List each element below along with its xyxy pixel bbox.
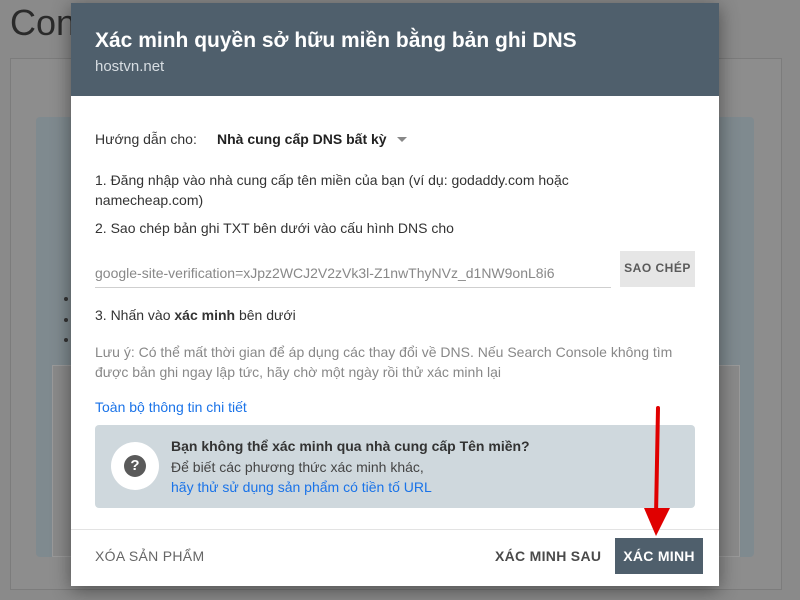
step-3-text: 3. Nhấn vào xác minh bên dưới xyxy=(95,305,635,325)
dns-note: Lưu ý: Có thể mất thời gian để áp dụng c… xyxy=(95,344,673,380)
step-1-text: 1. Đăng nhập vào nhà cung cấp tên miền c… xyxy=(95,172,569,208)
full-details-link[interactable]: Toàn bộ thông tin chi tiết xyxy=(95,399,247,415)
step-3-prefix: 3. Nhấn vào xyxy=(95,307,175,323)
dialog-title: Xác minh quyền sở hữu miền bằng bản ghi … xyxy=(95,29,577,52)
txt-record-field[interactable]: google-site-verification=xJpz2WCJ2V2zVk3… xyxy=(95,265,611,288)
url-prefix-link[interactable]: hãy thử sử dụng sản phẩm có tiền tố URL xyxy=(171,479,432,495)
provider-dropdown-value: Nhà cung cấp DNS bất kỳ xyxy=(217,131,387,147)
help-title: Bạn không thể xác minh qua nhà cung cấp … xyxy=(171,438,530,454)
provider-dropdown[interactable]: Nhà cung cấp DNS bất kỳ xyxy=(217,131,407,147)
verify-later-button[interactable]: XÁC MINH SAU xyxy=(495,548,601,564)
remove-property-button[interactable]: XÓA SẢN PHẨM xyxy=(95,548,204,564)
verify-button[interactable]: XÁC MINH xyxy=(615,538,703,574)
copy-button[interactable]: SAO CHÉP xyxy=(620,251,695,287)
caret-down-icon xyxy=(396,136,407,142)
verify-dns-dialog: Xác minh quyền sở hữu miền bằng bản ghi … xyxy=(71,3,719,586)
background-title: Con xyxy=(10,2,77,43)
background-bullet xyxy=(64,297,68,301)
step-3-suffix: bên dưới xyxy=(235,307,296,323)
help-description: Để biết các phương thức xác minh khác, xyxy=(171,459,424,475)
guide-label: Hướng dẫn cho: xyxy=(95,131,197,147)
background-bullet xyxy=(64,318,68,322)
step-3-bold: xác minh xyxy=(174,307,236,323)
dialog-header: Xác minh quyền sở hữu miền bằng bản ghi … xyxy=(71,3,719,96)
step-2-text: 2. Sao chép bản ghi TXT bên dưới vào cấu… xyxy=(95,220,454,236)
help-icon-circle: ? xyxy=(111,442,159,490)
background-bullet xyxy=(64,338,68,342)
arrow-head-icon xyxy=(644,508,670,536)
arrow-shaft xyxy=(654,406,660,518)
question-icon: ? xyxy=(124,455,146,477)
dialog-subtitle: hostvn.net xyxy=(95,58,165,75)
red-arrow-annotation xyxy=(644,406,670,536)
alternative-verification-box: ? Bạn không thể xác minh qua nhà cung cấ… xyxy=(95,425,695,508)
footer-divider xyxy=(71,529,719,530)
